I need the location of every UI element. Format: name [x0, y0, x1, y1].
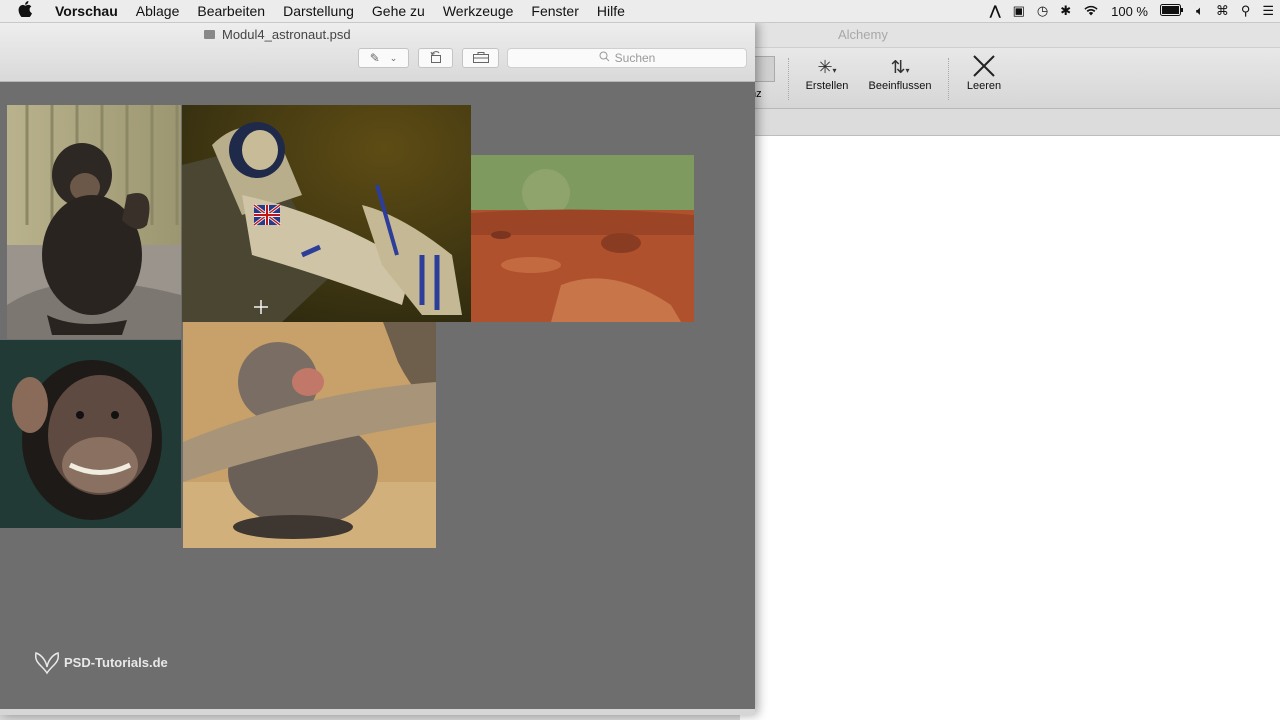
chimp-sitting-photo	[7, 105, 181, 339]
toolbox-button[interactable]	[462, 48, 499, 68]
battery-percent: 100 %	[1111, 3, 1148, 19]
document-name: Modul4_astronaut.psd	[222, 27, 351, 42]
menu-vorschau[interactable]: Vorschau	[46, 3, 127, 19]
bluetooth-icon[interactable]: ✱	[1054, 3, 1077, 19]
wifi-icon[interactable]	[1077, 4, 1105, 19]
menu-hilfe[interactable]: Hilfe	[588, 3, 634, 19]
watermark: PSD-Tutorials.de	[32, 647, 168, 677]
markup-button[interactable]: ✎ ⌄	[358, 48, 409, 68]
window-bottom-edge	[0, 709, 755, 715]
close-x-icon	[962, 54, 1006, 80]
alchemy-subbar	[740, 109, 1280, 136]
apple-menu-icon[interactable]	[18, 1, 40, 21]
preview-window: Modul4_astronaut.psd ✎ ⌄ Suchen	[0, 23, 755, 715]
menu-darstellung[interactable]: Darstellung	[274, 3, 363, 19]
leeren-label: Leeren	[966, 80, 1002, 92]
leeren-button[interactable]: Leeren	[962, 54, 1006, 92]
rotate-icon	[429, 50, 443, 67]
battery-icon[interactable]	[1154, 3, 1190, 19]
search-placeholder: Suchen	[614, 51, 656, 65]
menu-bearbeiten[interactable]: Bearbeiten	[188, 3, 274, 19]
alchemy-window: Alchemy nz ✳︎▾ Erstellen ⇅▾ Beeinflussen…	[740, 23, 1280, 720]
status-menus: ⋀ ▣ ◷ ✱ 100 % 🔈︎ ⌘ ⚲ ☰	[984, 0, 1280, 22]
menu-werkzeuge[interactable]: Werkzeuge	[434, 3, 523, 19]
mars-landscape-photo	[471, 155, 694, 322]
window-title: Modul4_astronaut.psd	[204, 27, 351, 42]
rotate-button[interactable]	[418, 48, 453, 68]
alchemy-toolbar: nz ✳︎▾ Erstellen ⇅▾ Beeinflussen Leeren	[740, 47, 1280, 109]
document-icon	[204, 30, 215, 39]
volume-icon[interactable]: 🔈︎	[1190, 3, 1210, 19]
preview-titlebar: Modul4_astronaut.psd ✎ ⌄ Suchen	[0, 23, 755, 82]
sort-arrows-icon: ⇅▾	[890, 57, 910, 77]
screen-recording-icon[interactable]: ▣	[1007, 3, 1031, 19]
toolbar-separator	[948, 58, 950, 100]
erstellen-button[interactable]: ✳︎▾ Erstellen	[802, 54, 852, 92]
astronaut-photo	[182, 105, 471, 322]
butterfly-logo-icon	[34, 652, 60, 675]
search-field[interactable]: Suchen	[507, 48, 747, 68]
erstellen-label: Erstellen	[805, 80, 849, 92]
time-machine-icon[interactable]: ◷	[1031, 3, 1054, 19]
notification-center-icon[interactable]: ☰	[1256, 3, 1280, 19]
sparkle-icon: ✳︎▾	[817, 57, 837, 77]
beeinflussen-button[interactable]: ⇅▾ Beeinflussen	[864, 54, 936, 92]
menu-fenster[interactable]: Fenster	[522, 3, 587, 19]
menu-bar: Vorschau Ablage Bearbeiten Darstellung G…	[0, 0, 1280, 23]
adobe-icon[interactable]: ⋀	[984, 3, 1007, 19]
menu-ablage[interactable]: Ablage	[127, 3, 189, 19]
watermark-text: PSD-Tutorials.de	[64, 654, 168, 670]
chimp-face-photo	[0, 340, 181, 528]
baboon-photo	[183, 322, 436, 548]
alchemy-title: Alchemy	[740, 23, 1280, 47]
menu-gehe-zu[interactable]: Gehe zu	[363, 3, 434, 19]
toolbox-icon	[472, 51, 489, 66]
keyboard-input-icon[interactable]: ⌘	[1210, 3, 1235, 19]
toolbar-separator	[788, 58, 790, 100]
pen-icon: ✎	[369, 51, 380, 65]
chevron-down-icon: ⌄	[389, 52, 398, 63]
beeinflussen-label: Beeinflussen	[868, 80, 932, 92]
crosshair-cursor-icon	[254, 300, 268, 314]
search-icon	[599, 51, 610, 65]
spotlight-search-icon[interactable]: ⚲	[1235, 3, 1257, 19]
